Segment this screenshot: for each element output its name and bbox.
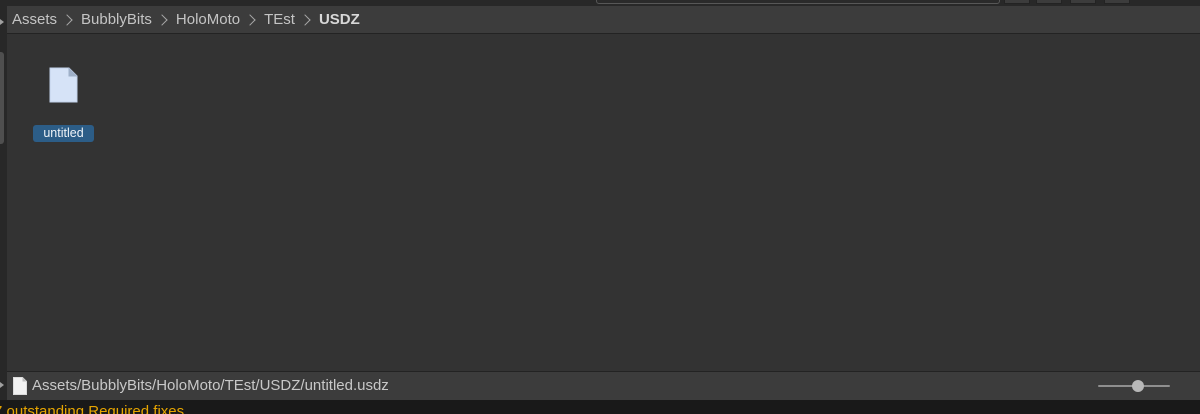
chevron-right-icon [299,13,311,26]
breadcrumb-item-test[interactable]: TEst [264,11,295,28]
folder-tree-scrollbar[interactable] [0,52,4,144]
breadcrumb-item-bubblybits[interactable]: BubblyBits [81,11,152,28]
visibility-button[interactable] [1104,0,1130,4]
breadcrumb-item-usdz[interactable]: USDZ [319,11,360,28]
filter-label-button[interactable] [1036,0,1062,4]
file-icon [13,377,27,395]
asset-grid[interactable]: untitled [7,34,1200,371]
project-window: Assets BubblyBits HoloMoto TEst USDZ unt… [0,0,1200,414]
folder-tree-panel [0,6,7,400]
breadcrumb: Assets BubblyBits HoloMoto TEst USDZ [7,6,1200,34]
asset-item[interactable]: untitled [33,64,95,144]
file-icon [49,67,78,103]
breadcrumb-item-holomoto[interactable]: HoloMoto [176,11,240,28]
chevron-right-icon [244,13,256,26]
status-bar: Assets/BubblyBits/HoloMoto/TEst/USDZ/unt… [7,371,1200,400]
slider-thumb[interactable] [1131,380,1144,392]
expand-arrow-icon[interactable] [0,382,4,388]
asset-name-label[interactable]: untitled [33,125,94,142]
console-status-line[interactable]: 7 outstanding Required fixes [0,400,1200,414]
search-input[interactable] [596,0,1000,4]
expand-arrow-icon[interactable] [0,19,4,25]
breadcrumb-item-assets[interactable]: Assets [12,11,57,28]
chevron-right-icon [61,13,73,26]
icon-size-slider[interactable] [1098,378,1170,394]
search-type-button[interactable] [1004,0,1030,4]
chevron-right-icon [156,13,168,26]
selected-asset-path: Assets/BubblyBits/HoloMoto/TEst/USDZ/unt… [32,377,389,394]
save-search-button[interactable] [1070,0,1096,4]
console-message: 7 outstanding Required fixes [0,403,185,414]
